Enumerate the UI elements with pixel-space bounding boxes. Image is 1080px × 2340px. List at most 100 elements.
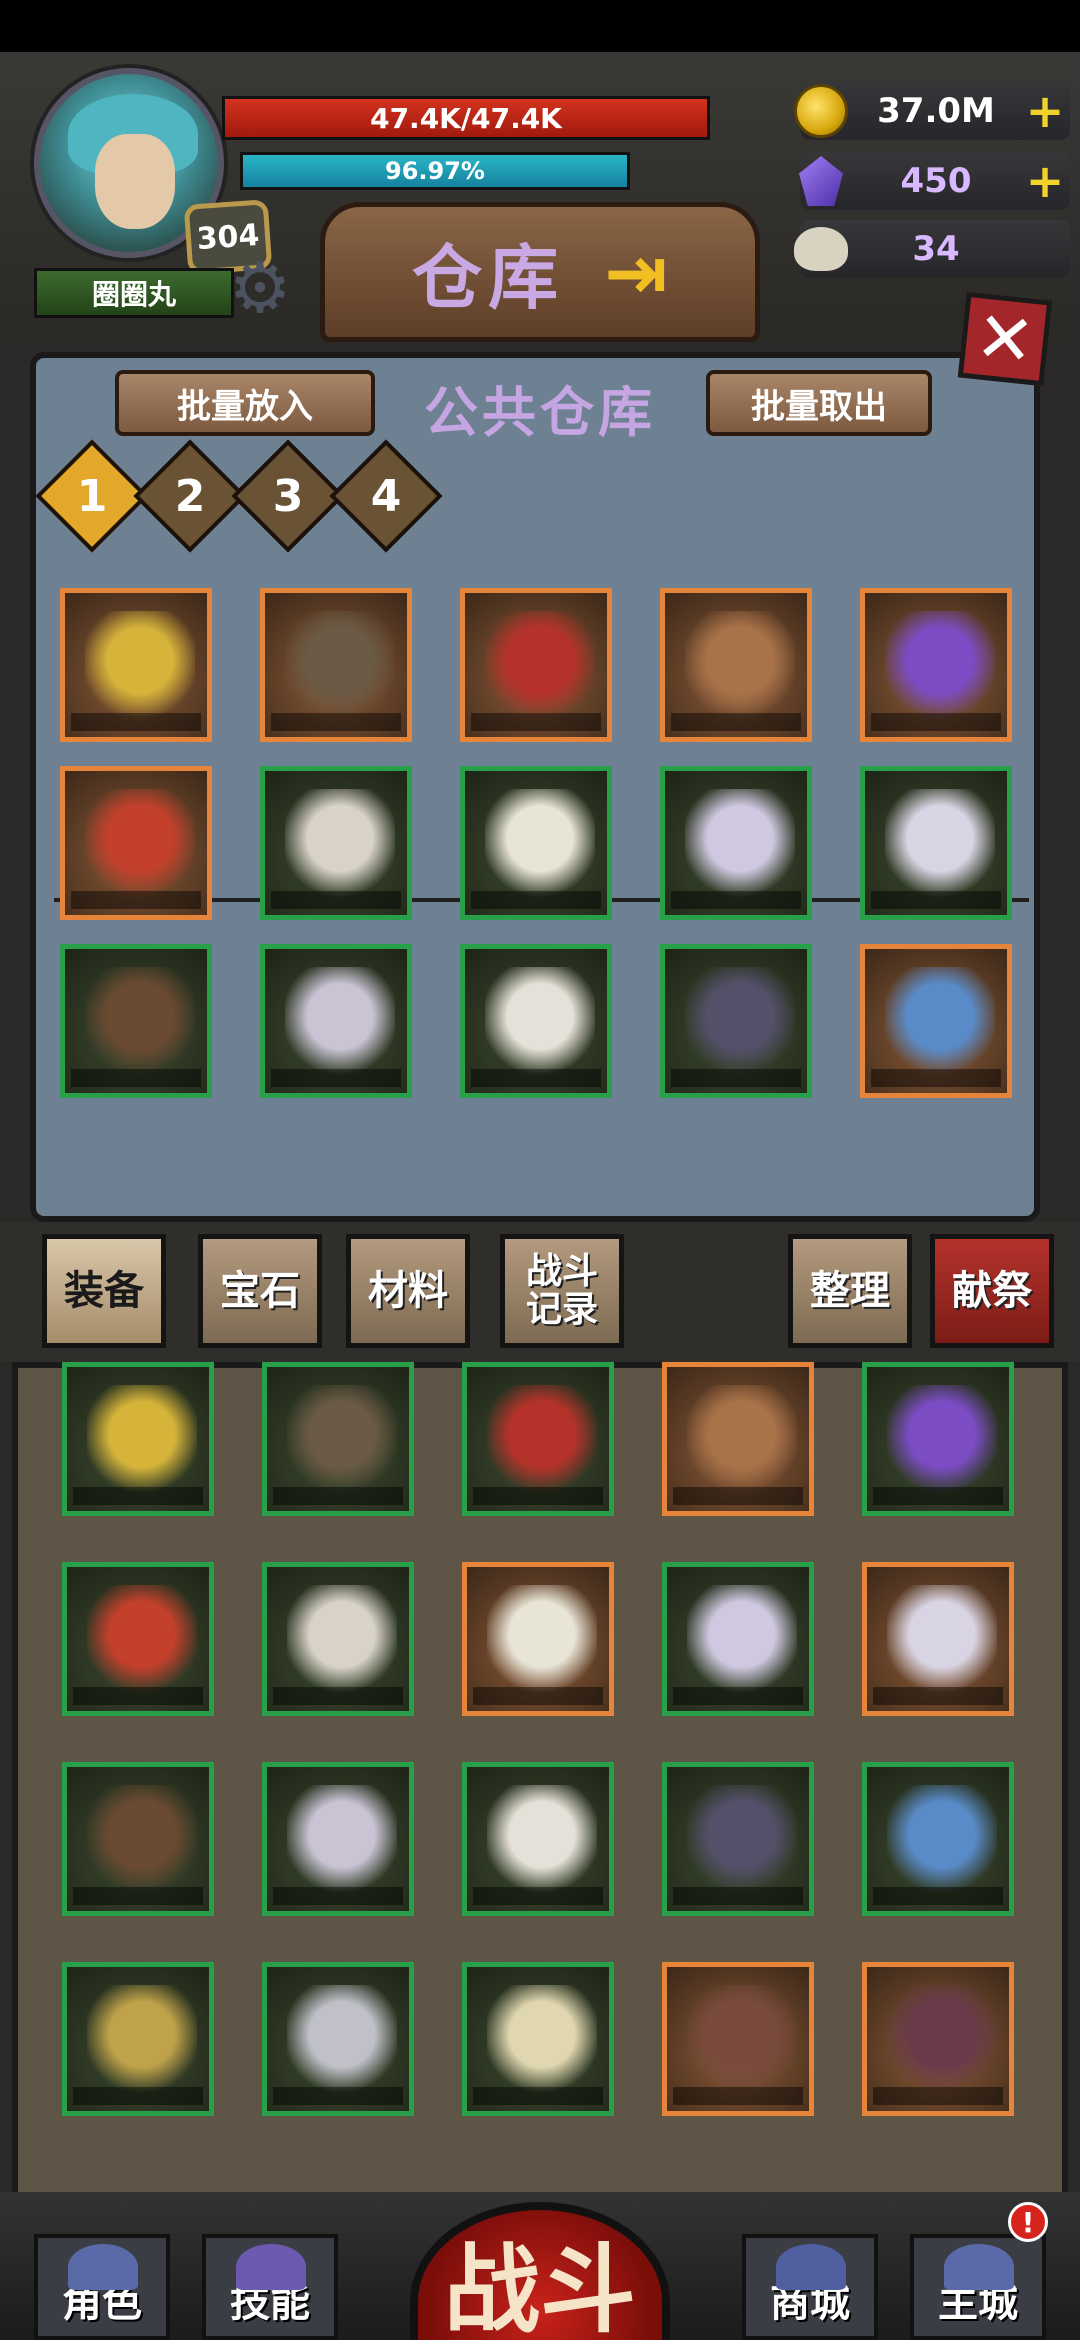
item-slot-dark-armored-gauntlet[interactable]	[260, 588, 412, 742]
tab-gems[interactable]: 宝石	[198, 1234, 322, 1348]
tab-materials[interactable]: 材料	[346, 1234, 470, 1348]
golden-gauntlets-icon	[687, 1785, 797, 1895]
item-slot-tall-leather-boots[interactable]	[62, 1962, 214, 2116]
item-star-bar	[873, 1487, 1003, 1505]
item-slot-leather-boots[interactable]	[60, 944, 212, 1098]
item-slot-laurel-necklace[interactable]	[260, 944, 412, 1098]
tab-equipment[interactable]: 装备	[42, 1234, 166, 1348]
item-slot-yellow-pants[interactable]	[62, 1762, 214, 1916]
item-star-bar	[871, 713, 1001, 731]
game-scene: 304 圈圈丸 ⚙ 47.4K/47.4K 96.97% 37.0M + 450…	[0, 52, 1080, 2340]
sort-button[interactable]: 整理	[788, 1234, 912, 1348]
item-slot-winged-robe[interactable]	[460, 766, 612, 920]
item-slot-purple-leather-armor[interactable]	[862, 1362, 1014, 1516]
item-slot-red-battle-axe[interactable]	[660, 588, 812, 742]
item-slot-purple-knight-armor[interactable]	[262, 1562, 414, 1716]
item-slot-golden-halo[interactable]	[62, 1362, 214, 1516]
item-star-bar	[273, 1687, 403, 1705]
nav-main-city-button[interactable]: 主城	[910, 2234, 1046, 2340]
character-helmet-icon	[68, 2244, 138, 2290]
item-star-bar	[273, 2087, 403, 2105]
item-star-bar	[673, 2087, 803, 2105]
spirit-orb-staff-icon	[885, 967, 995, 1077]
item-slot-bone-shoulder-armor[interactable]	[462, 1562, 614, 1716]
gem-counter: 450 +	[799, 152, 1070, 210]
item-slot-winged-circlet[interactable]	[462, 1362, 614, 1516]
golden-halo-icon	[87, 1385, 197, 1495]
gold-value: 37.0M	[877, 91, 995, 131]
item-slot-white-hood-cloak[interactable]	[260, 766, 412, 920]
close-button[interactable]: ✕	[957, 291, 1053, 387]
avatar-face	[95, 134, 175, 229]
nav-shop-button[interactable]: 商城	[742, 2234, 878, 2340]
castle-icon	[944, 2244, 1014, 2290]
item-slot-steel-greaves[interactable]	[262, 1962, 414, 2116]
player-avatar-panel[interactable]: 304 圈圈丸	[14, 62, 273, 318]
item-slot-golden-sun-staff[interactable]	[60, 588, 212, 742]
page-tab-label: 2	[174, 470, 206, 522]
exit-arrow-icon[interactable]: ⇥	[604, 228, 668, 317]
steel-greaves-icon	[287, 1985, 397, 2095]
item-star-bar	[471, 713, 601, 731]
white-hood-cloak-icon	[285, 789, 395, 899]
page-tab-label: 3	[272, 470, 304, 522]
item-slot-steel-crown-helm[interactable]	[262, 1362, 414, 1516]
crossed-dark-blades-icon	[685, 967, 795, 1077]
item-slot-red-skirt-armor[interactable]	[462, 1762, 614, 1916]
shop-tent-icon	[776, 2244, 846, 2290]
skills-swirl-icon	[236, 2244, 306, 2290]
item-slot-hooded-leather-armor[interactable]	[662, 1362, 814, 1516]
sacrifice-button[interactable]: 献祭	[930, 1234, 1054, 1348]
tab-battle-log[interactable]: 战斗记录	[500, 1234, 624, 1348]
purple-leather-armor-icon	[887, 1385, 997, 1495]
status-bar	[0, 0, 1080, 52]
item-star-bar	[873, 1887, 1003, 1905]
item-slot-spirit-orb-staff[interactable]	[860, 944, 1012, 1098]
item-slot-purple-shorts[interactable]	[262, 1762, 414, 1916]
item-star-bar	[873, 1687, 1003, 1705]
skull-value: 34	[912, 229, 960, 269]
public-storage-title: 公共仓库	[424, 380, 656, 444]
item-slot-red-leather-armor[interactable]	[862, 1562, 1014, 1716]
item-slot-laurel-necklace[interactable]	[462, 1962, 614, 2116]
purple-spellbook-icon	[885, 611, 995, 721]
batch-put-button[interactable]: 批量放入	[115, 370, 375, 436]
item-slot-green-fur-armor[interactable]	[662, 1562, 814, 1716]
item-slot-silver-plate-armor[interactable]	[62, 1562, 214, 1716]
player-name: 圈圈丸	[34, 268, 234, 318]
item-star-bar	[673, 1887, 803, 1905]
item-slot-cream-boots[interactable]	[862, 1762, 1014, 1916]
nav-character-button[interactable]: 角色	[34, 2234, 170, 2340]
item-star-bar	[73, 2087, 203, 2105]
item-slot-serpent-ring[interactable]	[662, 1962, 814, 2116]
gold-counter: 37.0M +	[794, 82, 1070, 140]
item-star-bar	[73, 1687, 203, 1705]
item-slot-white-gloves[interactable]	[460, 944, 612, 1098]
item-slot-golden-gauntlets[interactable]	[662, 1762, 814, 1916]
category-tabs: 装备 宝石 材料 战斗记录 整理 献祭	[0, 1222, 1080, 1362]
crimson-fire-staff-icon	[85, 789, 195, 899]
page-title: 仓库	[412, 235, 565, 319]
item-star-bar	[871, 891, 1001, 909]
settings-gear-icon[interactable]: ⚙	[220, 248, 300, 328]
gem-value: 450	[900, 161, 972, 201]
item-slot-purple-spellbook[interactable]	[860, 588, 1012, 742]
nav-skills-button[interactable]: 技能	[202, 2234, 338, 2340]
add-gold-button[interactable]: +	[1020, 84, 1070, 138]
item-star-bar	[271, 1069, 401, 1087]
item-slot-golden-serpent-bracelet[interactable]	[862, 1962, 1014, 2116]
notification-badge: !	[1008, 2202, 1048, 2242]
item-slot-red-sun-mace[interactable]	[460, 588, 612, 742]
skull-counter: 34	[794, 220, 1070, 278]
batch-take-button[interactable]: 批量取出	[706, 370, 932, 436]
add-gem-button[interactable]: +	[1020, 154, 1070, 208]
item-star-bar	[271, 713, 401, 731]
item-slot-crossed-dark-blades[interactable]	[660, 944, 812, 1098]
item-star-bar	[671, 891, 801, 909]
item-star-bar	[473, 2087, 603, 2105]
item-slot-laurel-headband[interactable]	[660, 766, 812, 920]
red-leather-armor-icon	[887, 1585, 997, 1695]
item-star-bar	[673, 1487, 803, 1505]
item-slot-crimson-fire-staff[interactable]	[60, 766, 212, 920]
item-slot-white-skirt[interactable]	[860, 766, 1012, 920]
